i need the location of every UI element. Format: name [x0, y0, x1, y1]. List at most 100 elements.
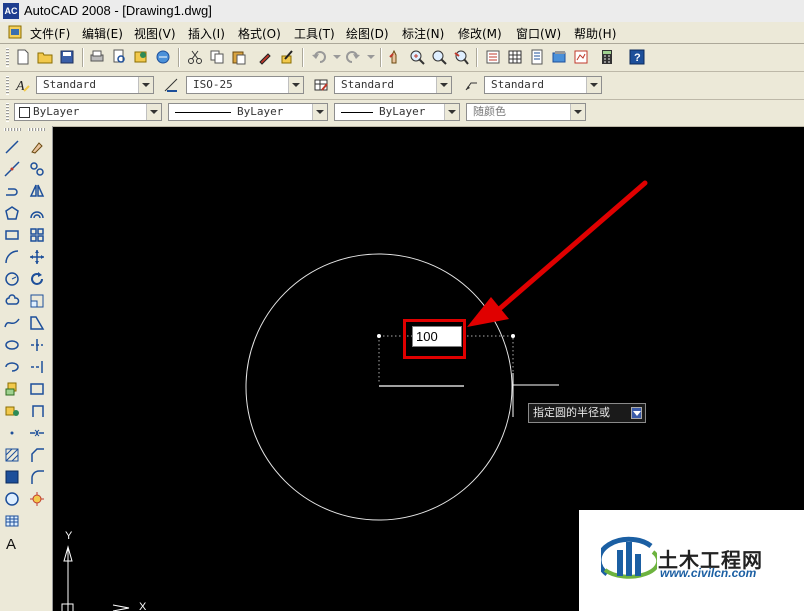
block-editor-icon[interactable]: [278, 48, 296, 66]
paste-icon[interactable]: [230, 48, 248, 66]
gradient-icon[interactable]: [3, 468, 21, 486]
dimension-style-select[interactable]: ISO-25: [186, 76, 304, 94]
match-properties-icon[interactable]: [256, 48, 274, 66]
help-icon[interactable]: ?: [628, 48, 646, 66]
table-style-select[interactable]: Standard: [334, 76, 452, 94]
draw-toolbar-grip[interactable]: [4, 128, 22, 131]
chevron-down-icon[interactable]: [138, 77, 153, 93]
color-control-select[interactable]: ByLayer: [14, 103, 162, 121]
chevron-down-icon[interactable]: [312, 104, 327, 120]
revision-cloud-icon[interactable]: [3, 292, 21, 310]
options-down-arrow-icon[interactable]: [631, 407, 642, 419]
trim-icon[interactable]: [28, 336, 46, 354]
hatch-icon[interactable]: [3, 446, 21, 464]
radius-input-field[interactable]: 100: [412, 326, 462, 347]
construction-line-icon[interactable]: [3, 160, 21, 178]
menu-modify[interactable]: 修改(M): [458, 25, 502, 42]
markup-icon[interactable]: [572, 48, 590, 66]
point-icon[interactable]: [3, 424, 21, 442]
multiline-text-icon[interactable]: A: [3, 534, 21, 552]
break-icon[interactable]: [28, 402, 46, 420]
design-center-icon[interactable]: [506, 48, 524, 66]
zoom-window-icon[interactable]: [430, 48, 448, 66]
ellipse-arc-icon[interactable]: [3, 358, 21, 376]
copy-object-icon[interactable]: [28, 160, 46, 178]
text-style-select[interactable]: Standard: [36, 76, 154, 94]
menu-window[interactable]: 窗口(W): [516, 25, 561, 42]
chevron-down-icon[interactable]: [586, 77, 601, 93]
scale-icon[interactable]: [28, 292, 46, 310]
publish-icon[interactable]: [132, 48, 150, 66]
zoom-realtime-icon[interactable]: [408, 48, 426, 66]
arc-icon[interactable]: [3, 248, 21, 266]
pan-icon[interactable]: [386, 48, 404, 66]
redo-dropdown-icon[interactable]: [362, 48, 380, 66]
zoom-previous-icon[interactable]: [452, 48, 470, 66]
undo-icon[interactable]: [310, 48, 328, 66]
multileader-style-select[interactable]: Standard: [484, 76, 602, 94]
array-icon[interactable]: [28, 226, 46, 244]
ellipse-icon[interactable]: [3, 336, 21, 354]
cut-icon[interactable]: [186, 48, 204, 66]
menu-view[interactable]: 视图(V): [134, 25, 176, 42]
toolbar-grip[interactable]: [6, 48, 9, 67]
new-icon[interactable]: [14, 48, 32, 66]
menu-insert[interactable]: 插入(I): [188, 25, 225, 42]
dimension-style-icon[interactable]: [162, 76, 180, 94]
join-icon[interactable]: [28, 424, 46, 442]
redo-icon[interactable]: [344, 48, 362, 66]
table-icon[interactable]: [3, 512, 21, 530]
document-menu-icon[interactable]: [8, 25, 22, 39]
toolbar-grip[interactable]: [6, 103, 9, 122]
save-icon[interactable]: [58, 48, 76, 66]
3d-dwf-icon[interactable]: [154, 48, 172, 66]
plot-preview-icon[interactable]: [110, 48, 128, 66]
erase-icon[interactable]: [28, 138, 46, 156]
linetype-control-select[interactable]: ByLayer: [168, 103, 328, 121]
polyline-icon[interactable]: [3, 182, 21, 200]
sheet-set-icon[interactable]: [550, 48, 568, 66]
copy-icon[interactable]: [208, 48, 226, 66]
menu-draw[interactable]: 绘图(D): [346, 25, 389, 42]
rectangle-icon[interactable]: [3, 226, 21, 244]
menu-tools[interactable]: 工具(T): [294, 25, 335, 42]
tool-palettes-icon[interactable]: [528, 48, 546, 66]
explode-icon[interactable]: [28, 490, 46, 508]
make-block-icon[interactable]: [3, 402, 21, 420]
move-icon[interactable]: [28, 248, 46, 266]
properties-icon[interactable]: [484, 48, 502, 66]
insert-block-icon[interactable]: [3, 380, 21, 398]
menu-dimension[interactable]: 标注(N): [402, 25, 444, 42]
quickcalc-icon[interactable]: [598, 48, 616, 66]
spline-icon[interactable]: [3, 314, 21, 332]
circle-icon[interactable]: [3, 270, 21, 288]
text-style-icon[interactable]: A: [14, 76, 32, 94]
stretch-icon[interactable]: [28, 314, 46, 332]
plot-style-select[interactable]: 随颜色: [466, 103, 586, 121]
toolbar-grip[interactable]: [6, 76, 9, 95]
offset-icon[interactable]: [28, 204, 46, 222]
fillet-icon[interactable]: [28, 468, 46, 486]
multileader-style-icon[interactable]: [462, 76, 480, 94]
table-style-icon[interactable]: [312, 76, 330, 94]
menu-file[interactable]: 文件(F): [30, 25, 70, 42]
chamfer-icon[interactable]: [28, 446, 46, 464]
polygon-icon[interactable]: [3, 204, 21, 222]
line-icon[interactable]: [3, 138, 21, 156]
dynamic-prompt-tooltip[interactable]: 指定圆的半径或: [528, 403, 646, 423]
break-at-point-icon[interactable]: [28, 380, 46, 398]
menu-format[interactable]: 格式(O): [238, 25, 281, 42]
print-icon[interactable]: [88, 48, 106, 66]
mirror-icon[interactable]: [28, 182, 46, 200]
autocad-app-icon[interactable]: AC: [3, 3, 19, 19]
modify-toolbar-grip[interactable]: [28, 128, 46, 131]
menu-help[interactable]: 帮助(H): [574, 25, 616, 42]
chevron-down-icon[interactable]: [436, 77, 451, 93]
lineweight-control-select[interactable]: ByLayer: [334, 103, 460, 121]
chevron-down-icon[interactable]: [146, 104, 161, 120]
chevron-down-icon[interactable]: [570, 104, 585, 120]
rotate-icon[interactable]: [28, 270, 46, 288]
open-icon[interactable]: [36, 48, 54, 66]
region-icon[interactable]: [3, 490, 21, 508]
chevron-down-icon[interactable]: [288, 77, 303, 93]
